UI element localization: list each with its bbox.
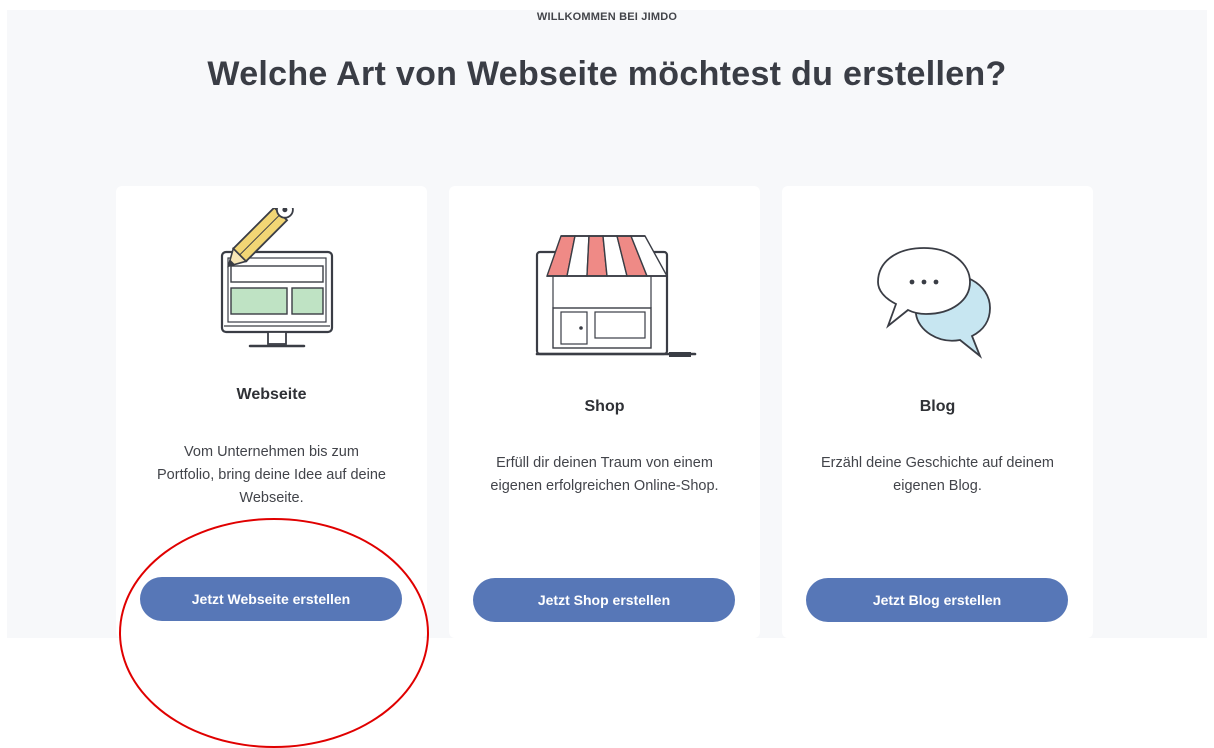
create-shop-button[interactable]: Jetzt Shop erstellen [473,578,735,622]
monitor-pencil-icon [116,200,427,358]
card-blog[interactable]: Blog Erzähl deine Geschichte auf deinem … [782,186,1093,638]
card-description: Erzähl deine Geschichte auf deinem eigen… [821,455,1054,494]
welcome-kicker: WILLKOMMEN BEI JIMDO [536,11,678,23]
storefront-laptop-icon [449,226,760,366]
card-title: Blog [919,398,956,415]
card-title: Shop [584,398,625,415]
create-blog-button[interactable]: Jetzt Blog erstellen [806,578,1068,622]
card-description: Vom Unternehmen bis zum Portfolio, bring… [157,444,386,506]
card-description: Erfüll dir deinen Traum von einem eigene… [490,455,719,494]
card-title: Webseite [236,386,307,403]
chat-bubbles-icon [782,238,1093,373]
welcome-page: WILLKOMMEN BEI JIMDO Welche Art von Webs… [7,10,1207,638]
create-website-button[interactable]: Jetzt Webseite erstellen [140,577,402,621]
card-webseite[interactable]: Webseite Vom Unternehmen bis zum Portfol… [116,186,427,638]
page-title: Welche Art von Webseite möchtest du erst… [207,55,1007,93]
card-shop[interactable]: Shop Erfüll dir deinen Traum von einem e… [449,186,760,638]
